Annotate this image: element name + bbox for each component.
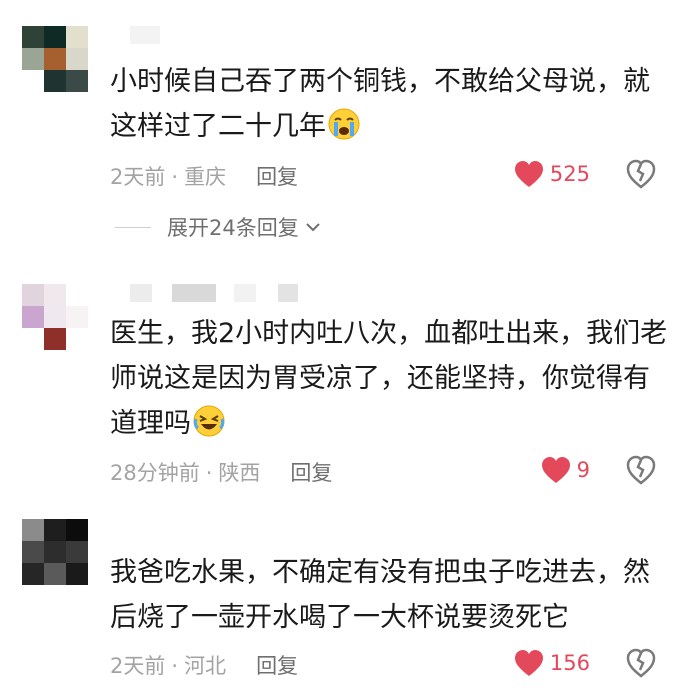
comment-time: 2天前 (110, 654, 166, 678)
reply-button[interactable]: 回复 (256, 654, 298, 678)
comment-time: 2天前 (110, 165, 166, 189)
like-button[interactable]: 156 (514, 649, 590, 677)
like-count: 525 (549, 162, 590, 186)
comment-text-content: 小时候自己吞了两个铜钱，不敢给父母说，就这样过了二十几年 (110, 66, 650, 142)
avatar[interactable] (22, 519, 88, 585)
comment-location: 河北 (184, 654, 227, 678)
avatar[interactable] (22, 26, 88, 92)
comment-time: 28分钟前 (110, 461, 200, 485)
comment-meta: 28分钟前 · 陕西 回复 (110, 457, 332, 487)
expand-replies-label: 展开24条回复 (167, 216, 299, 240)
comment-meta: 2天前 · 重庆 回复 (110, 161, 298, 191)
reply-button[interactable]: 回复 (290, 461, 332, 485)
comment-meta: 2天前 · 河北 回复 (110, 650, 298, 680)
chevron-down-icon (306, 223, 320, 232)
reply-button[interactable]: 回复 (256, 165, 298, 189)
meta-separator: · (205, 461, 213, 485)
comment-text: 医生，我2小时内吐八次，血都吐出来，我们老师说这是因为胃受凉了，还能坚持，你觉得… (110, 311, 670, 446)
heart-filled-icon (514, 161, 543, 187)
rolling-laughing-face-icon (193, 405, 225, 437)
broken-heart-icon[interactable] (625, 158, 657, 190)
broken-heart-icon[interactable] (625, 647, 657, 679)
heart-filled-icon (514, 650, 543, 676)
comment-item: 医生，我2小时内吐八次，血都吐出来，我们老师说这是因为胃受凉了，还能坚持，你觉得… (0, 260, 690, 505)
comment-location: 陕西 (218, 461, 261, 485)
like-count: 156 (549, 651, 590, 675)
expand-divider (115, 226, 151, 228)
avatar[interactable] (22, 284, 88, 350)
expand-replies-button[interactable]: 展开24条回复 (115, 212, 321, 242)
comment-text: 我爸吃水果，不确定有没有把虫子吃进去，然后烧了一壶开水喝了一大杯说要烫死它 (110, 550, 670, 640)
like-button[interactable]: 9 (541, 456, 590, 484)
comment-text: 小时候自己吞了两个铜钱，不敢给父母说，就这样过了二十几年 (110, 59, 670, 149)
comment-item: 小时候自己吞了两个铜钱，不敢给父母说，就这样过了二十几年 2天前 · 重庆 回复 52… (0, 0, 690, 260)
broken-heart-icon[interactable] (625, 454, 657, 486)
comment-text-content: 我爸吃水果，不确定有没有把虫子吃进去，然后烧了一壶开水喝了一大杯说要烫死它 (110, 557, 650, 633)
heart-filled-icon (541, 457, 570, 483)
crying-face-icon (328, 108, 360, 140)
comment-location: 重庆 (184, 165, 227, 189)
meta-separator: · (171, 654, 179, 678)
comment-item: 我爸吃水果，不确定有没有把虫子吃进去，然后烧了一壶开水喝了一大杯说要烫死它 2天… (0, 505, 690, 692)
meta-separator: · (171, 165, 179, 189)
like-count: 9 (576, 458, 590, 482)
like-button[interactable]: 525 (514, 160, 590, 188)
